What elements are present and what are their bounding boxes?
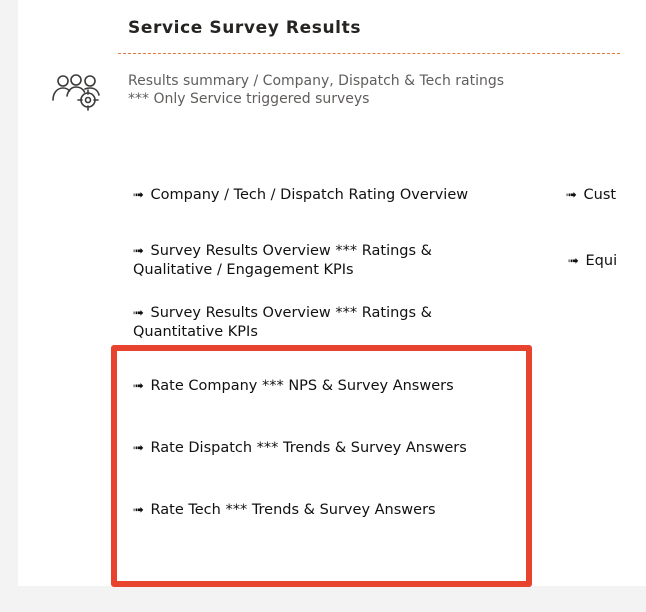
nav-link-rating-overview[interactable]: ➟ Company / Tech / Dispatch Rating Overv… [133,186,468,205]
nav-link-label: Cust [583,187,617,203]
nav-link-customer[interactable]: ➟ Cust [566,186,616,205]
nav-link-survey-quantitative[interactable]: ➟ Survey Results Overview *** Ratings & … [133,304,432,342]
arrow-icon: ➟ [566,188,577,203]
nav-link-label-line-2: Quantitative KPIs [133,324,258,340]
users-target-icon [52,74,100,111]
nav-link-label-line-2: Qualitative / Engagement KPIs [133,262,354,278]
title-divider [118,53,620,54]
page-title: Service Survey Results [128,18,362,38]
left-margin [0,0,18,586]
report-page: Service Survey Results Results summary /… [0,0,646,612]
arrow-icon: ➟ [133,244,144,259]
arrow-icon: ➟ [133,306,144,321]
arrow-icon: ➟ [568,254,579,269]
page-subtitle: Results summary / Company, Dispatch & Te… [128,72,504,108]
nav-link-survey-qualitative[interactable]: ➟ Survey Results Overview *** Ratings & … [133,242,432,280]
nav-link-label: Survey Results Overview *** Ratings & [150,243,432,259]
highlight-annotation-box [111,345,532,587]
nav-link-label: Survey Results Overview *** Ratings & [150,305,432,321]
nav-link-label: Company / Tech / Dispatch Rating Overvie… [150,187,469,203]
nav-link-equipment[interactable]: ➟ Equi [568,252,617,271]
arrow-icon: ➟ [133,188,144,203]
bottom-margin [0,586,646,612]
nav-link-label: Equi [585,253,618,269]
subtitle-line-2: *** Only Service triggered surveys [128,91,370,107]
subtitle-line-1: Results summary / Company, Dispatch & Te… [128,73,505,89]
